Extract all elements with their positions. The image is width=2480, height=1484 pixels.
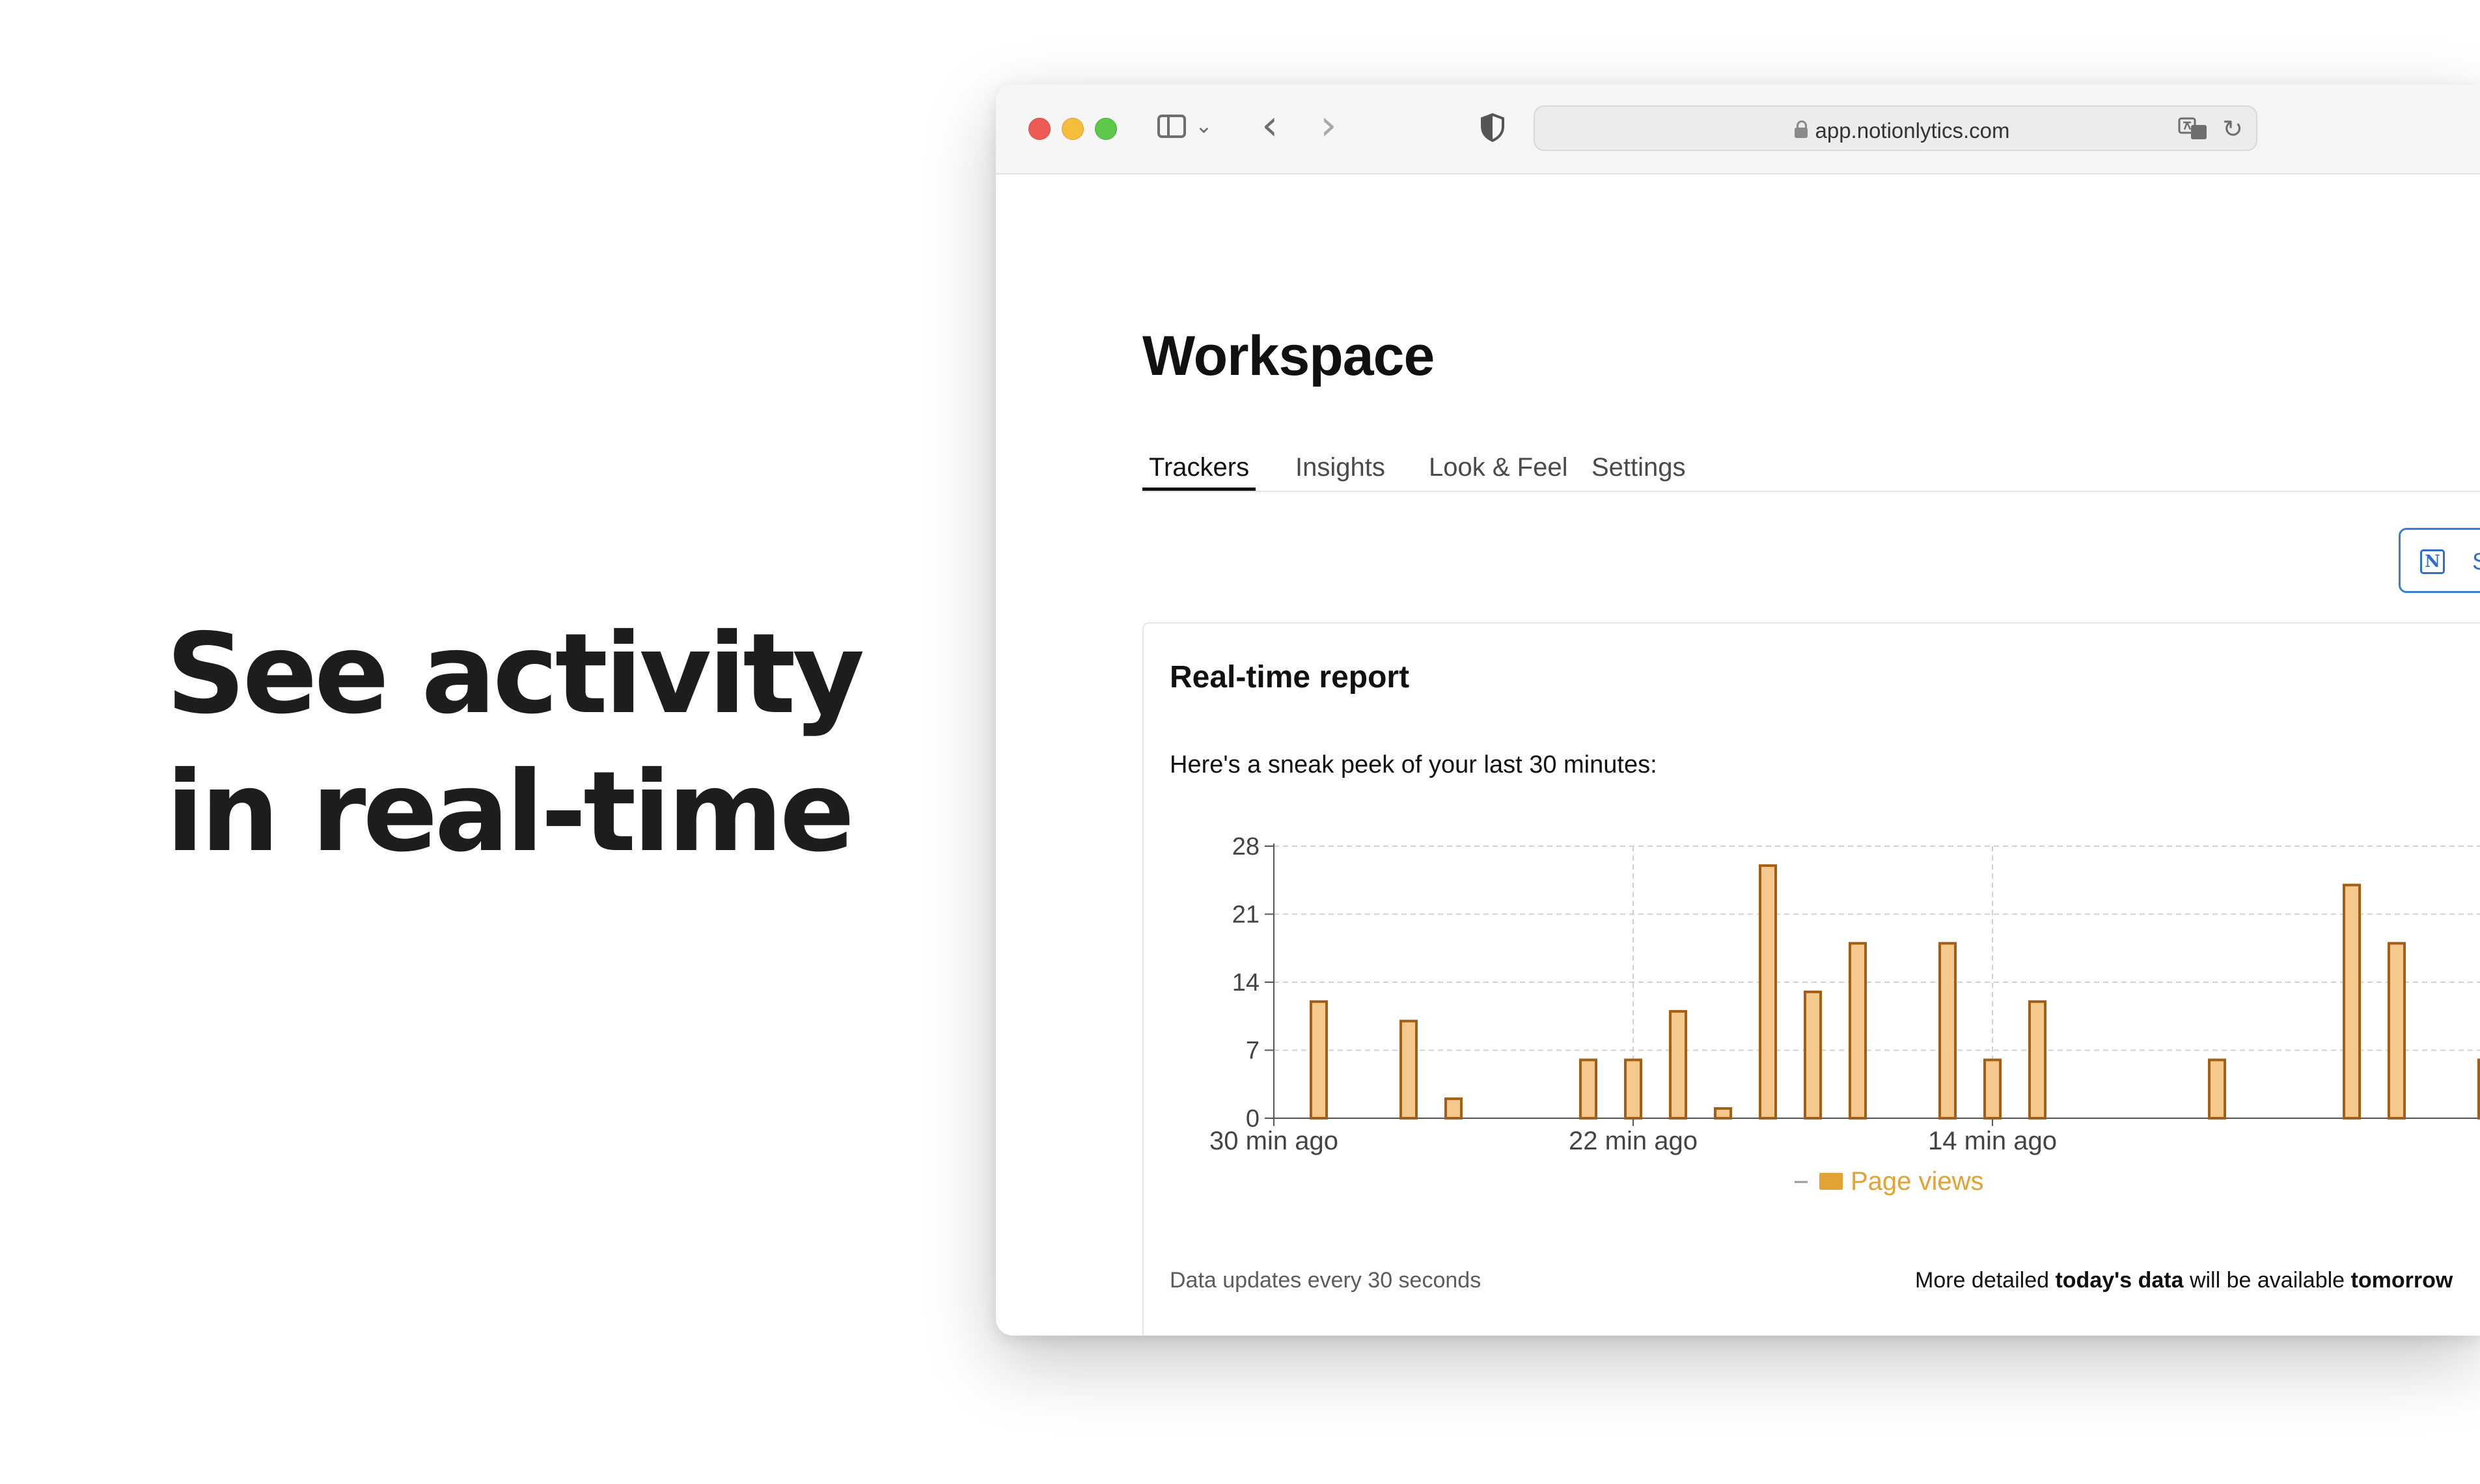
back-arrow-icon[interactable]: ‹ (1261, 102, 1278, 150)
bar (1983, 1058, 2002, 1120)
minimize-window-button[interactable] (1062, 118, 1084, 140)
address-bar-url: app.notionlytics.com (1535, 118, 2256, 143)
translate-icon[interactable] (2178, 116, 2209, 148)
note-bold-1: today's data (2055, 1268, 2184, 1293)
bar (1759, 864, 1777, 1120)
tab-insights[interactable]: Insights (1295, 453, 1385, 491)
tab-settings[interactable]: Settings (1591, 453, 1686, 491)
bar (2388, 942, 2406, 1120)
address-bar[interactable]: app.notionlytics.com ↻ (1534, 105, 2257, 151)
y-tick-label: 21 (1232, 901, 1260, 929)
close-window-button[interactable] (1028, 118, 1051, 140)
url-text: app.notionlytics.com (1815, 118, 2010, 143)
lock-icon (1794, 120, 1808, 138)
page-title: Workspace (1142, 325, 1435, 387)
hero-headline: See activity in real-time (166, 605, 882, 881)
notion-button-label: S (2472, 548, 2480, 575)
chevron-down-icon[interactable]: ⌄ (1195, 113, 1213, 138)
y-tick-label: 28 (1232, 833, 1260, 860)
maximize-window-button[interactable] (1095, 118, 1117, 140)
page-views-chart: 0714212830 min ago 22 min ago 14 min agoPa… (1209, 833, 2480, 1196)
notion-logo-icon: N (2420, 549, 2445, 574)
notion-button[interactable]: N S (2399, 528, 2480, 593)
bar (1804, 990, 1822, 1120)
reload-icon[interactable]: ↻ (2222, 115, 2243, 143)
bar (2343, 883, 2361, 1120)
note-bold-2: tomorrow (2350, 1268, 2453, 1293)
bar (1444, 1097, 1463, 1120)
bar (2028, 1000, 2046, 1120)
page-content: Workspace Trackers Insights Look & Feel … (996, 173, 2480, 1336)
forward-arrow-icon[interactable]: › (1320, 102, 1337, 150)
bar (1669, 1010, 1687, 1120)
browser-window: ⌄ ‹ › app.notionlytics.com ↻ Workspace T… (996, 85, 2480, 1336)
browser-toolbar: ⌄ ‹ › app.notionlytics.com ↻ (996, 85, 2480, 174)
bar (1849, 942, 1867, 1120)
bar (1310, 1000, 1328, 1120)
note-part-2: will be available (2183, 1268, 2351, 1293)
tab-trackers[interactable]: Trackers (1142, 453, 1256, 491)
legend-swatch (1819, 1173, 1843, 1190)
note-part-1: More detailed (1915, 1268, 2056, 1293)
x-tick-label: 14 min ago (1928, 1127, 2057, 1155)
workspace-tabs: Trackers Insights Look & Feel Settings (1142, 453, 2480, 492)
y-tick-label: 14 (1232, 969, 1260, 996)
tab-look-and-feel[interactable]: Look & Feel (1429, 453, 1567, 491)
x-tick-label: 30 min ago (1209, 1127, 1338, 1155)
bar (1579, 1058, 1597, 1120)
bar (2208, 1058, 2226, 1120)
y-tick-label: 7 (1246, 1037, 1260, 1065)
x-tick-label: 22 min ago (1569, 1127, 1698, 1155)
update-frequency-note: Data updates every 30 seconds (1170, 1268, 1481, 1293)
bar (1714, 1107, 1732, 1120)
bar (1938, 942, 1957, 1120)
legend-label: Page views (1851, 1167, 1984, 1196)
sidebar-icon[interactable] (1157, 115, 1186, 138)
headline-line-2: in real-time (166, 748, 855, 877)
bar (1399, 1019, 1418, 1120)
bar (1624, 1058, 1642, 1120)
detailed-data-note: More detailed today's data will be avail… (1915, 1268, 2453, 1293)
privacy-shield-icon[interactable] (1480, 113, 1505, 143)
headline-line-1: See activity (166, 610, 864, 739)
realtime-report-card: Real-time report ↗ Here's a sneak peek o… (1142, 622, 2480, 1336)
